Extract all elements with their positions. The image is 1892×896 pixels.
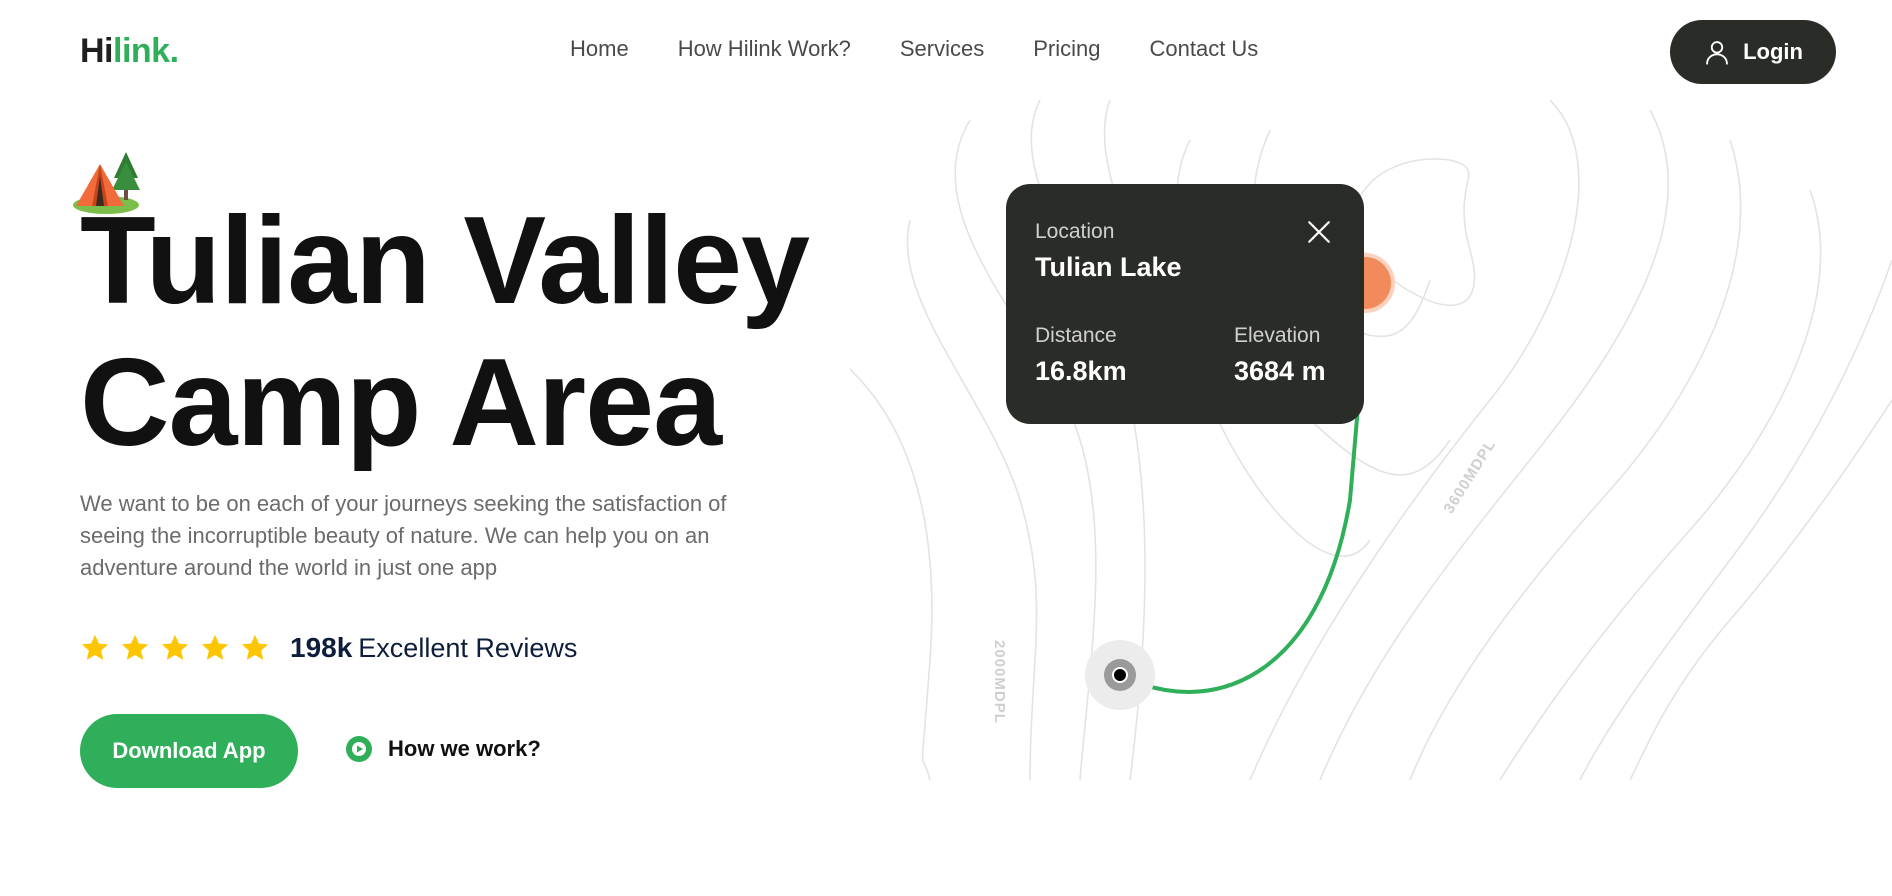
play-icon: [346, 736, 372, 762]
location-value: Tulian Lake: [1035, 252, 1182, 282]
user-icon: [1706, 41, 1728, 65]
contour-label-2000: 2000MDPL: [991, 640, 1008, 724]
elevation-label: Elevation: [1234, 324, 1321, 347]
login-label: Login: [1743, 39, 1803, 64]
how-we-work-label: How we work?: [388, 736, 541, 761]
star-rating: [80, 633, 270, 663]
distance-value: 16.8km: [1035, 356, 1127, 386]
review-count: 198k: [290, 632, 353, 663]
rating: 198k Excellent Reviews: [80, 632, 577, 664]
hero-title: Tulian Valley Camp Area: [80, 190, 860, 474]
location-label: Location: [1035, 220, 1115, 243]
hero-description: We want to be on each of your journeys s…: [80, 491, 727, 580]
star-icon: [201, 634, 229, 660]
star-icon: [121, 634, 149, 660]
nav-item-how-it-works[interactable]: How Hilink Work?: [678, 36, 851, 62]
nav-item-home[interactable]: Home: [570, 36, 629, 62]
nav-item-services[interactable]: Services: [900, 36, 984, 62]
location-card: Location Tulian Lake Distance 16.8km Ele…: [1006, 184, 1364, 424]
login-button[interactable]: Login: [1670, 20, 1836, 84]
star-icon: [241, 634, 269, 660]
how-we-work-link[interactable]: How we work?: [346, 736, 541, 762]
hero-title-line2: Camp Area: [80, 334, 722, 472]
elevation-value: 3684 m: [1234, 356, 1326, 386]
download-app-button[interactable]: Download App: [80, 714, 298, 788]
star-icon: [161, 634, 189, 660]
nav-item-contact[interactable]: Contact Us: [1149, 36, 1258, 62]
main-nav: Home How Hilink Work? Services Pricing C…: [570, 36, 1307, 62]
distance-label: Distance: [1035, 324, 1117, 347]
close-icon[interactable]: [1306, 219, 1332, 245]
nav-item-pricing[interactable]: Pricing: [1033, 36, 1100, 62]
logo[interactable]: Hilink.: [80, 32, 179, 71]
logo-prefix: Hi: [80, 32, 114, 70]
star-icon: [81, 634, 109, 660]
review-label: Excellent Reviews: [358, 632, 578, 663]
logo-accent: link.: [113, 32, 179, 70]
hero-title-line1: Tulian Valley: [80, 192, 810, 330]
